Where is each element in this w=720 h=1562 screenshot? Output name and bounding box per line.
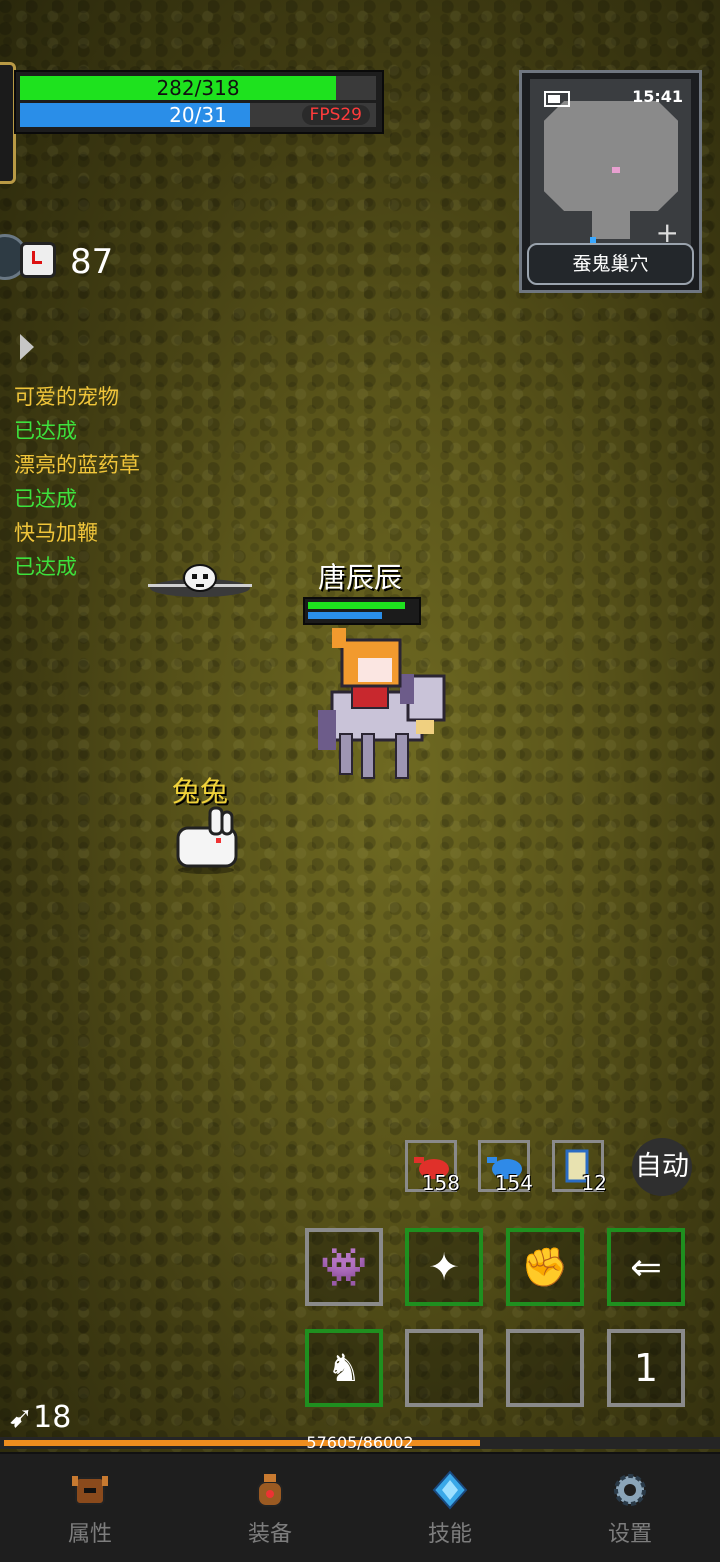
alarm-clock-icon (20, 242, 56, 278)
battery-icon (544, 91, 570, 107)
player-on-horse-sprite[interactable] (312, 624, 458, 790)
hp-text: 282/318 (156, 76, 240, 100)
level-value: 18 (33, 1400, 72, 1435)
sword-icon: ➹ (8, 1400, 34, 1435)
nav-skills[interactable]: 技能 (360, 1454, 540, 1562)
skill-slot-summon[interactable]: 👾 (305, 1228, 383, 1306)
skill-slot-mount[interactable]: ♞ (305, 1329, 383, 1407)
hp-bar: 282/318 (20, 76, 376, 100)
quest-log: 可爱的宠物 已达成 漂亮的蓝药草 已达成 快马加鞭 已达成 (14, 380, 140, 584)
xp-text: 57605/86002 (306, 1433, 414, 1452)
horse-icon: ♞ (326, 1346, 362, 1390)
nav-label: 属性 (67, 1522, 112, 1547)
minimap-corridor (592, 199, 630, 239)
skill-slot-empty[interactable] (506, 1329, 584, 1407)
xp-bar: 57605/86002 (0, 1433, 720, 1452)
location-name: 蚕鬼巢穴 (527, 243, 694, 285)
quest-status: 已达成 (14, 487, 77, 511)
quest-title: 可爱的宠物 (14, 385, 119, 409)
quest-item[interactable]: 快马加鞭 已达成 (14, 516, 140, 584)
bag-icon (257, 1474, 283, 1507)
red-potion-slot[interactable]: 158 (405, 1140, 460, 1195)
player-mp-fill (308, 612, 382, 619)
skill-slot-punch[interactable]: ✊ (506, 1228, 584, 1306)
fps-counter: FPS29 (301, 105, 370, 125)
skull-bones-pile (148, 564, 252, 597)
minimap-room (544, 101, 678, 211)
player-hp-fill (308, 602, 405, 609)
dash-arrow-icon: ⇐ (630, 1245, 662, 1289)
blue-potion-slot[interactable]: 154 (478, 1140, 533, 1195)
fist-icon: ✊ (521, 1244, 569, 1289)
quest-status: 已达成 (14, 555, 77, 579)
nav-label: 技能 (427, 1522, 472, 1547)
nav-settings[interactable]: 设置 (540, 1454, 720, 1562)
blue-potion-count: 154 (494, 1171, 533, 1195)
rabbit-pet-sprite[interactable] (172, 806, 242, 874)
gear-icon (614, 1474, 646, 1506)
skill-slot-empty[interactable] (405, 1329, 483, 1407)
nav-attributes[interactable]: 属性 (0, 1454, 180, 1562)
quest-item[interactable]: 漂亮的蓝药草 已达成 (14, 448, 140, 516)
player-name: 唐辰辰 (317, 561, 402, 594)
status-bars: 282/318 20/31 FPS29 (14, 70, 384, 134)
quest-title: 漂亮的蓝药草 (14, 453, 140, 477)
bottom-nav: 属性 装备 技能 设置 (0, 1452, 720, 1562)
monster-icon: 👾 (320, 1244, 368, 1289)
scroll-count: 12 (581, 1171, 607, 1195)
quest-status: 已达成 (14, 419, 77, 443)
nav-label: 设置 (607, 1522, 652, 1547)
helmet-icon (72, 1476, 108, 1505)
auto-button[interactable]: 自动 (632, 1138, 692, 1196)
nav-label: 装备 (247, 1522, 292, 1547)
clock-time: 15:41 (632, 87, 683, 106)
player-level: ➹18 (8, 1400, 71, 1435)
pet-name: 兔兔 (172, 775, 229, 808)
skill-slot-dash[interactable]: ⇐ (607, 1228, 685, 1306)
quest-title: 快马加鞭 (14, 521, 98, 545)
collapse-arrow-icon[interactable] (20, 334, 34, 360)
skill-slot-heal[interactable]: ✦ (405, 1228, 483, 1306)
skill-page-button[interactable]: 1 (607, 1329, 685, 1407)
minimap-view: 15:41 + (530, 79, 691, 247)
quest-item[interactable]: 可爱的宠物 已达成 (14, 380, 140, 448)
crystal-icon (432, 1470, 468, 1510)
red-potion-count: 158 (421, 1171, 460, 1195)
player-mini-bars (303, 597, 421, 625)
timer-value: 87 (70, 242, 114, 282)
nav-equipment[interactable]: 装备 (180, 1454, 360, 1562)
mp-bar: 20/31 FPS29 (20, 103, 376, 127)
player-marker-icon (612, 167, 620, 173)
sparkle-icon: ✦ (428, 1245, 460, 1289)
scroll-slot[interactable]: 12 (552, 1140, 607, 1195)
skill-page-number: 1 (633, 1346, 659, 1390)
minimap[interactable]: 15:41 + 蚕鬼巢穴 (519, 70, 702, 293)
